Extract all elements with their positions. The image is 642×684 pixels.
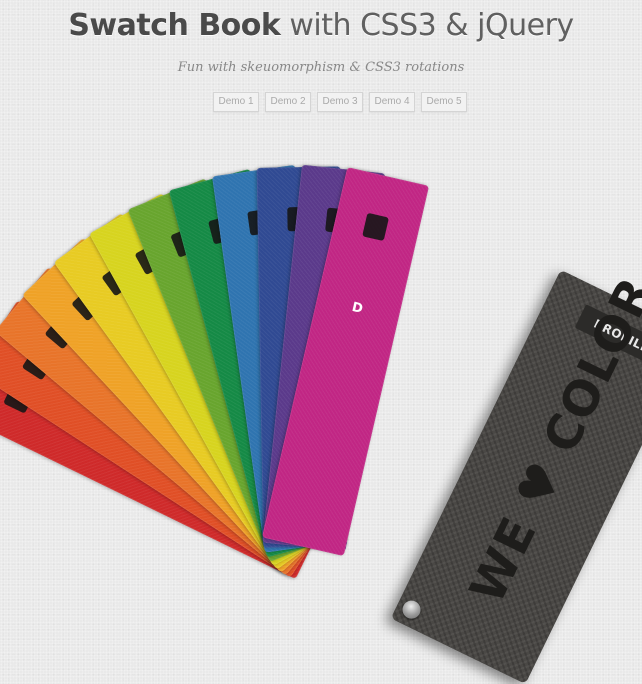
cover-brand-text: WE ♥ COLOR [459, 268, 642, 612]
swatch-label: D [350, 299, 366, 318]
swatch-book-cover[interactable]: PROFILE WE ♥ COLOR [390, 268, 642, 684]
swatch-symbol-icon [362, 212, 389, 242]
swatch-book: AUBIPRAUUDOMOD PROFILE WE ♥ COLOR [0, 0, 642, 684]
rivet-icon [399, 597, 424, 622]
